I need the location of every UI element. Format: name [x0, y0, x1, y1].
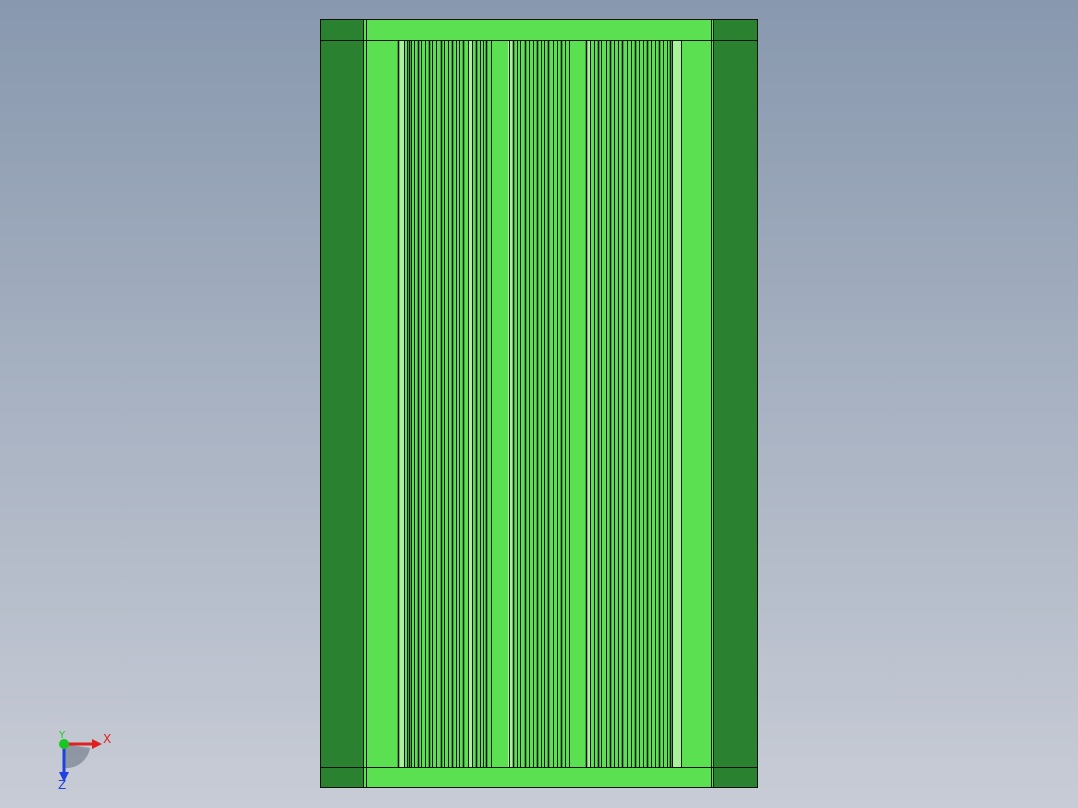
x-axis-label: X	[103, 732, 112, 746]
rib-highlight	[399, 41, 404, 767]
left-flange-face[interactable]	[320, 19, 364, 788]
right-flange-face[interactable]	[713, 19, 758, 788]
rib-highlight	[672, 41, 681, 767]
z-axis-label: Z	[58, 778, 67, 792]
model-view[interactable]	[0, 0, 1078, 808]
rib-highlight	[508, 41, 513, 767]
graphics-viewport[interactable]: X Y Z	[0, 0, 1078, 808]
model-body[interactable]	[320, 19, 758, 788]
y-axis-label: Y	[59, 730, 66, 741]
